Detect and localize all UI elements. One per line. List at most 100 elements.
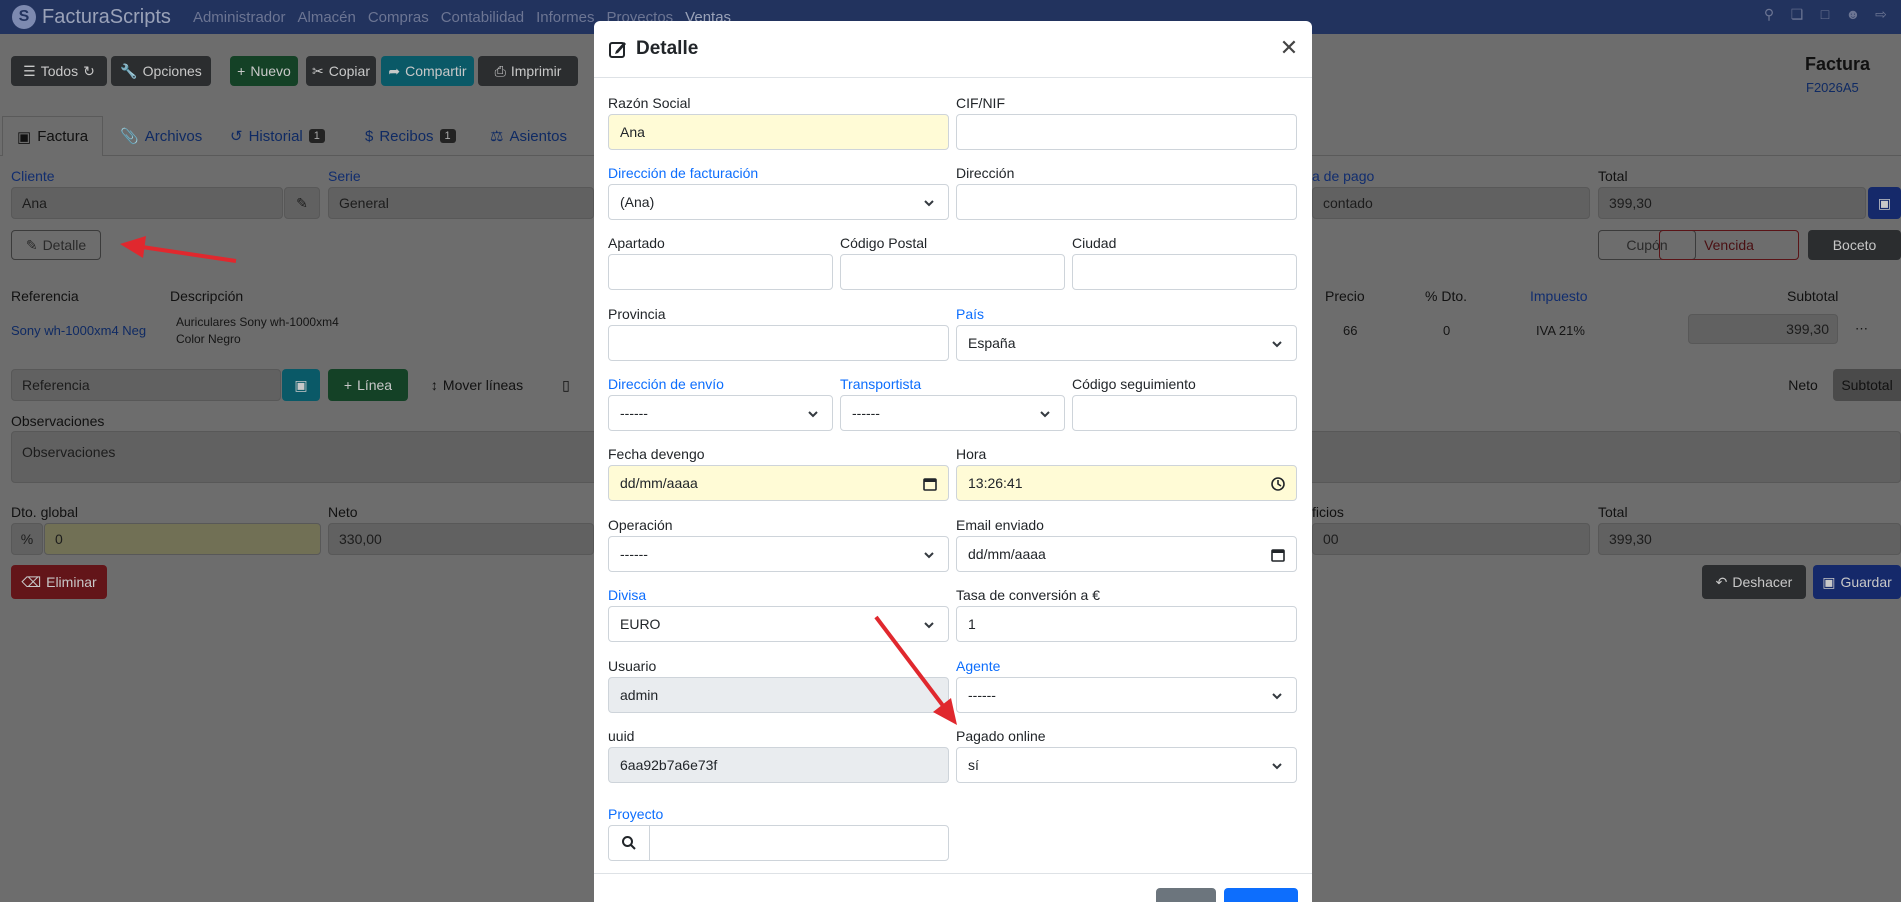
address-input[interactable] (956, 184, 1297, 220)
tab-recibos[interactable]: $ Recibos 1 (365, 116, 456, 156)
add-line-button[interactable]: + Línea (328, 369, 408, 401)
clock-icon[interactable] (1270, 476, 1286, 492)
currency-label[interactable]: Divisa (608, 587, 646, 603)
billing-address-value: (Ana) (620, 194, 655, 210)
shipping-address-label[interactable]: Dirección de envío (608, 376, 724, 392)
nav-item-contabilidad[interactable]: Contabilidad (441, 9, 524, 26)
tracking-code-input[interactable] (1072, 395, 1297, 431)
draft-button[interactable]: Boceto (1808, 230, 1901, 260)
agent-select[interactable]: ------ (956, 677, 1297, 713)
col-desc-header: Descripción (170, 288, 244, 304)
edit-client-button[interactable]: ✎ (284, 187, 320, 219)
options-button[interactable]: 🔧 Opciones (111, 56, 211, 86)
undo-button[interactable]: ↶ Deshacer (1702, 565, 1806, 599)
net-toggle-label: Neto (1788, 377, 1818, 393)
payment-field[interactable]: contado (1312, 187, 1590, 219)
edit-icon: ✎ (25, 236, 38, 253)
brand[interactable]: S FacturaScripts (12, 5, 193, 29)
net-field: 330,00 (328, 523, 594, 555)
due-button[interactable]: Vencida (1659, 230, 1799, 260)
tab-factura[interactable]: ▣ Factura (2, 116, 104, 156)
draft-label: Boceto (1832, 237, 1877, 253)
calendar-icon[interactable] (922, 476, 938, 492)
city-input[interactable] (1072, 254, 1297, 290)
billing-address-label[interactable]: Dirección de facturación (608, 165, 758, 181)
print-button[interactable]: ⎙ Imprimir (478, 56, 578, 86)
accrual-date-input[interactable]: dd/mm/aaaa (608, 465, 949, 501)
subtotal-toggle[interactable]: Subtotal (1833, 369, 1901, 401)
tab-historial[interactable]: ↺ Historial 1 (230, 116, 325, 156)
razon-social-input[interactable]: Ana (608, 114, 949, 150)
project-input[interactable] (649, 825, 949, 861)
logout-icon[interactable]: ⇨ (1873, 6, 1889, 22)
move-lines-button[interactable]: ↕ Mover líneas (418, 369, 536, 401)
all-button[interactable]: ☰ Todos ↻ (11, 56, 107, 86)
bell-icon[interactable]: □ (1817, 6, 1833, 22)
net-toggle[interactable]: Neto (1775, 369, 1831, 401)
uuid-input: 6aa92b7a6e73f (608, 747, 949, 783)
close-icon[interactable]: ✕ (1278, 37, 1300, 59)
nav-item-administrador[interactable]: Administrador (193, 9, 286, 26)
save-button[interactable]: ▣ Guardar (1813, 565, 1901, 599)
carrier-label[interactable]: Transportista (840, 376, 921, 392)
email-sent-input[interactable]: dd/mm/aaaa (956, 536, 1297, 572)
cifnif-input[interactable] (956, 114, 1297, 150)
carrier-select[interactable]: ------ (840, 395, 1065, 431)
share-button[interactable]: ➦ Compartir (381, 56, 474, 86)
more-icon[interactable]: ⋯ (1855, 321, 1868, 337)
calendar-icon[interactable] (1270, 547, 1286, 563)
accept-button[interactable] (1224, 888, 1298, 902)
user-icon[interactable]: ☻ (1845, 6, 1861, 22)
close-button[interactable] (1156, 888, 1216, 902)
row-disc[interactable]: 0 (1443, 323, 1450, 338)
operation-select[interactable]: ------ (608, 536, 949, 572)
country-select[interactable]: España (956, 325, 1297, 361)
screens-icon[interactable]: ❏ (1789, 6, 1805, 22)
nav-item-informes[interactable]: Informes (536, 9, 594, 26)
new-button[interactable]: + Nuevo (230, 56, 298, 86)
project-search-button[interactable] (608, 825, 650, 861)
tracking-code-label: Código seguimiento (1072, 376, 1196, 392)
province-input[interactable] (608, 325, 949, 361)
project-label[interactable]: Proyecto (608, 806, 663, 822)
nav-item-almacen[interactable]: Almacén (297, 9, 355, 26)
row-price[interactable]: 66 (1343, 323, 1357, 338)
printer-icon: ⎙ (494, 62, 506, 79)
copy-label: Copiar (328, 63, 370, 79)
paperclip-icon: 📎 (120, 128, 139, 145)
country-label[interactable]: País (956, 306, 984, 322)
series-field[interactable]: General (328, 187, 594, 219)
delete-button[interactable]: ⌫ Eliminar (11, 565, 107, 599)
paid-online-label: Pagado online (956, 728, 1046, 744)
copy-button[interactable]: ✂ Copiar (306, 56, 376, 86)
book-button[interactable]: ▣ (282, 369, 320, 401)
detail-button[interactable]: ✎ Detalle (11, 230, 101, 260)
po-box-input[interactable] (608, 254, 833, 290)
time-label: Hora (956, 446, 987, 462)
client-field[interactable]: Ana (11, 187, 283, 219)
paid-online-select[interactable]: sí (956, 747, 1297, 783)
agent-label[interactable]: Agente (956, 658, 1000, 674)
shipping-address-select[interactable]: ------ (608, 395, 833, 431)
save-total-button[interactable]: ▣ (1868, 187, 1901, 219)
col-price-header: Precio (1325, 288, 1365, 304)
brand-name: FacturaScripts (42, 5, 171, 28)
exchange-rate-input[interactable]: 1 (956, 606, 1297, 642)
tab-archivos[interactable]: 📎 Archivos (120, 116, 202, 156)
row-subtotal: 399,30 (1688, 314, 1838, 344)
nav-item-compras[interactable]: Compras (368, 9, 429, 26)
add-line-label: Línea (357, 377, 393, 393)
tab-label: Recibos (379, 127, 434, 145)
barcode-button[interactable]: ▯ (550, 369, 582, 401)
series-label: Serie (328, 168, 361, 184)
billing-address-select[interactable]: (Ana) (608, 184, 949, 220)
row-tax[interactable]: IVA 21% (1536, 323, 1585, 338)
postal-code-input[interactable] (840, 254, 1065, 290)
global-disc-field[interactable]: 0 (44, 523, 321, 555)
tab-asientos[interactable]: ⚖ Asientos (490, 116, 567, 156)
search-icon[interactable]: ⚲ (1761, 6, 1777, 22)
reference-input[interactable]: Referencia (11, 369, 281, 401)
currency-select[interactable]: EURO (608, 606, 949, 642)
time-input[interactable]: 13:26:41 (956, 465, 1297, 501)
row-ref[interactable]: Sony wh-1000xm4 Neg (11, 323, 146, 338)
